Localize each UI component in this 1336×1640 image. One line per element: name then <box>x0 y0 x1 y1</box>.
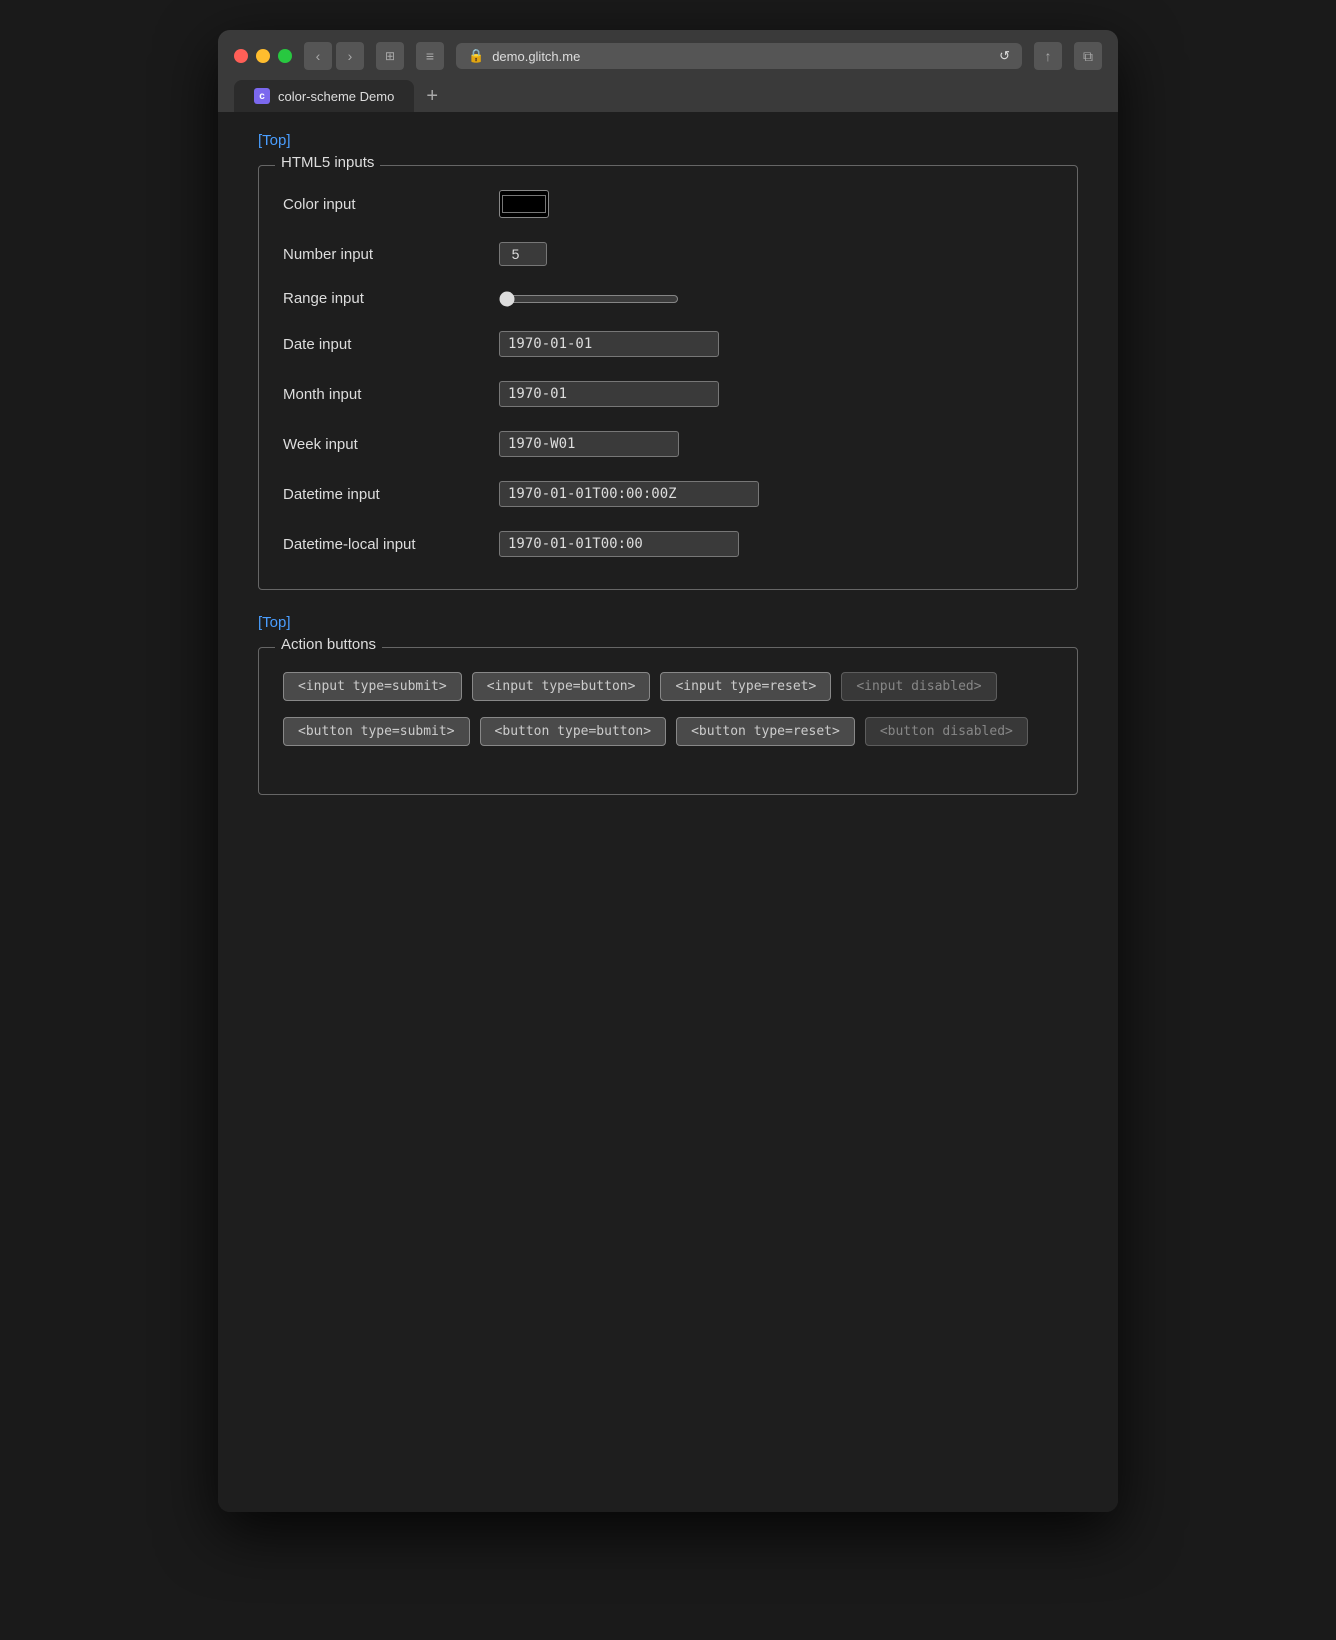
datetime-label: Datetime input <box>283 486 483 503</box>
color-label: Color input <box>283 196 483 213</box>
date-input[interactable] <box>499 331 719 357</box>
title-bar: ‹ › ⊞ ≡ 🔒 demo.glitch.me ↺ ↑ ⧉ <box>234 42 1102 70</box>
url-text: demo.glitch.me <box>492 49 580 64</box>
datetime-local-label: Datetime-local input <box>283 536 483 553</box>
input-reset-button[interactable]: <input type=reset> <box>660 672 831 701</box>
date-input-row: Date input <box>283 331 1053 357</box>
top-link-2[interactable]: [Top] <box>258 614 291 631</box>
tab-favicon: c <box>254 88 270 104</box>
new-tab-button[interactable]: + <box>414 81 450 112</box>
number-input[interactable] <box>499 242 547 266</box>
top-link-1[interactable]: [Top] <box>258 132 291 149</box>
browser-chrome: ‹ › ⊞ ≡ 🔒 demo.glitch.me ↺ ↑ ⧉ c color-s… <box>218 30 1118 112</box>
input-disabled-button: <input disabled> <box>841 672 996 701</box>
month-input-row: Month input <box>283 381 1053 407</box>
sidebar-button[interactable]: ⊞ <box>376 42 404 70</box>
forward-button[interactable]: › <box>336 42 364 70</box>
browser-window: ‹ › ⊞ ≡ 🔒 demo.glitch.me ↺ ↑ ⧉ c color-s… <box>218 30 1118 1512</box>
number-label: Number input <box>283 246 483 263</box>
lock-icon: 🔒 <box>468 48 484 64</box>
input-button-group: <input type=submit> <input type=button> … <box>283 672 1053 701</box>
number-input-row: Number input <box>283 242 1053 266</box>
close-button[interactable] <box>234 49 248 63</box>
active-tab[interactable]: c color-scheme Demo <box>234 80 414 112</box>
datetime-input-row: Datetime input <box>283 481 1053 507</box>
color-input[interactable] <box>499 190 549 218</box>
input-button-button[interactable]: <input type=button> <box>472 672 651 701</box>
minimize-button[interactable] <box>256 49 270 63</box>
action-buttons-legend: Action buttons <box>275 636 382 653</box>
datetime-local-input[interactable] <box>499 531 739 557</box>
range-input-row: Range input <box>283 290 1053 307</box>
maximize-button[interactable] <box>278 49 292 63</box>
address-bar[interactable]: 🔒 demo.glitch.me ↺ <box>456 43 1022 69</box>
page-content: [Top] HTML5 inputs Color input Number in… <box>218 112 1118 1512</box>
button-submit-button[interactable]: <button type=submit> <box>283 717 470 746</box>
html5-inputs-legend: HTML5 inputs <box>275 154 380 171</box>
tab-bar: c color-scheme Demo + <box>234 80 1102 112</box>
menu-button[interactable]: ≡ <box>416 42 444 70</box>
input-submit-button[interactable]: <input type=submit> <box>283 672 462 701</box>
range-label: Range input <box>283 290 483 307</box>
tab-title: color-scheme Demo <box>278 89 394 104</box>
number-input-wrap <box>499 242 547 266</box>
week-input-row: Week input <box>283 431 1053 457</box>
month-label: Month input <box>283 386 483 403</box>
range-input[interactable] <box>499 291 679 307</box>
nav-buttons: ‹ › <box>304 42 364 70</box>
button-reset-button[interactable]: <button type=reset> <box>676 717 855 746</box>
reload-icon[interactable]: ↺ <box>999 48 1010 64</box>
button-disabled-button: <button disabled> <box>865 717 1028 746</box>
week-label: Week input <box>283 436 483 453</box>
back-button[interactable]: ‹ <box>304 42 332 70</box>
action-buttons-section: Action buttons <input type=submit> <inpu… <box>258 647 1078 795</box>
traffic-lights <box>234 49 292 63</box>
date-label: Date input <box>283 336 483 353</box>
button-button-button[interactable]: <button type=button> <box>480 717 667 746</box>
share-button[interactable]: ↑ <box>1034 42 1062 70</box>
color-input-row: Color input <box>283 190 1053 218</box>
button-group: <button type=submit> <button type=button… <box>283 717 1053 746</box>
datetime-input[interactable] <box>499 481 759 507</box>
tabs-button[interactable]: ⧉ <box>1074 42 1102 70</box>
month-input[interactable] <box>499 381 719 407</box>
html5-inputs-section: HTML5 inputs Color input Number input Ra… <box>258 165 1078 590</box>
datetime-local-input-row: Datetime-local input <box>283 531 1053 557</box>
week-input[interactable] <box>499 431 679 457</box>
